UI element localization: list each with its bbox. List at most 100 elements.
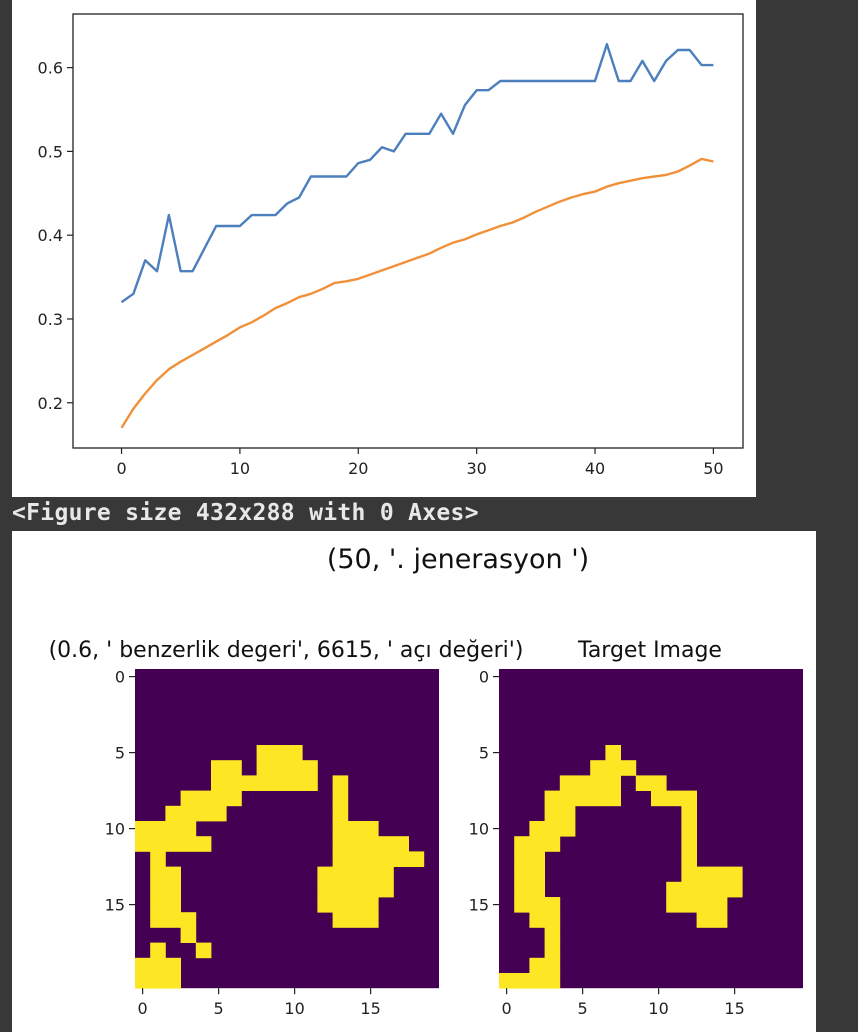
image-pixel [681, 866, 697, 883]
image-pixel [529, 821, 545, 837]
image-pixel [195, 836, 212, 852]
image-pixel [226, 760, 242, 776]
image-pixel [363, 836, 379, 852]
image-pixel [180, 821, 197, 837]
image-pixel [363, 912, 379, 928]
image-pixel [620, 760, 637, 776]
image-pixel [363, 866, 379, 883]
image-pixel [363, 897, 379, 913]
image-pixel [165, 912, 181, 928]
image-pixel [590, 760, 606, 776]
image-pixel [271, 745, 288, 761]
image-pixel [332, 775, 349, 791]
image-figure: (50, '. jenerasyon ') (0.6, ' benzerlik d… [49, 544, 803, 1018]
generated-image-title: (0.6, ' benzerlik degeri', 6615, ' açı d… [49, 638, 524, 663]
image-pixel [165, 821, 181, 837]
image-pixel [363, 851, 379, 867]
image-pixel [559, 775, 576, 791]
target-image: Target Image 0 5 10 15 0 5 10 15 [469, 638, 803, 1018]
image-pixel [135, 973, 151, 989]
image-pixel [499, 973, 515, 989]
y-tick-label: 5 [115, 744, 125, 763]
image-pixel [559, 790, 576, 807]
x-tick-label: 5 [214, 999, 224, 1018]
image-pixel [180, 836, 197, 852]
image-pixel [256, 760, 273, 776]
image-pixel [544, 805, 561, 822]
x-tick-label: 10 [648, 999, 668, 1018]
image-pixel [529, 851, 545, 867]
image-pixel [347, 881, 364, 898]
image-pixel [681, 836, 697, 852]
image-pixel [317, 881, 333, 898]
image-pixel [514, 897, 530, 913]
y-tick-label: 5 [479, 744, 489, 763]
image-pixel [666, 881, 682, 898]
image-pixel [150, 881, 166, 898]
image-pixel [317, 866, 333, 883]
image-pixel [393, 851, 409, 867]
image-pixel [363, 821, 379, 837]
y-tick-label: 15 [469, 896, 489, 915]
image-pixel [302, 775, 318, 791]
image-pixel [378, 836, 394, 852]
image-pixel [256, 775, 273, 791]
y-tick-label: 0 [479, 668, 489, 687]
image-pixel [666, 897, 682, 913]
image-pixel [696, 866, 713, 883]
image-pixel [347, 821, 364, 837]
image-pixel [544, 927, 561, 943]
image-pixel [150, 866, 166, 883]
image-pixel [529, 897, 545, 913]
image-pixel [544, 836, 561, 852]
image-pixel [332, 881, 349, 898]
image-pixel [332, 851, 349, 867]
image-pixel [150, 821, 166, 837]
image-pixel [332, 821, 349, 837]
image-pixel [605, 790, 621, 807]
image-pixel [711, 912, 728, 928]
image-pixel [514, 836, 530, 852]
image-pixel [347, 897, 364, 913]
image-pixel [287, 745, 303, 761]
image-pixel [544, 897, 561, 913]
image-pixel [393, 836, 409, 852]
image-pixel [150, 957, 166, 974]
image-pixel [363, 881, 379, 898]
image-pixel [681, 881, 697, 898]
image-pixel [605, 775, 621, 791]
image-pixel [635, 775, 652, 791]
y-tick-label: 10 [105, 820, 125, 839]
image-pixel [211, 805, 227, 822]
image-pixel [317, 897, 333, 913]
image-pixel [271, 775, 288, 791]
image-pixel [135, 957, 151, 974]
x-tick-label: 0 [502, 999, 512, 1018]
image-pixel [575, 790, 591, 807]
figure-suptitle: (50, '. jenerasyon ') [327, 544, 589, 575]
y-tick-label: 15 [105, 896, 125, 915]
image-pixel [529, 881, 545, 898]
image-pixel [666, 790, 682, 807]
image-pixel [529, 912, 545, 928]
image-pixel [529, 866, 545, 883]
image-pixel [332, 790, 349, 807]
image-pixel [696, 881, 713, 898]
image-pixel [378, 866, 394, 883]
image-pixel [681, 897, 697, 913]
x-tick-label: 15 [724, 999, 744, 1018]
image-pixel [165, 897, 181, 913]
image-pixel [135, 821, 151, 837]
image-pixel [226, 790, 242, 807]
image-pixel [332, 836, 349, 852]
x-tick-label: 10 [284, 999, 304, 1018]
image-pixel [514, 866, 530, 883]
image-pixel [332, 897, 349, 913]
image-pixel [711, 897, 728, 913]
image-pixel [711, 866, 728, 883]
image-pixel [605, 745, 621, 761]
image-pixel [514, 881, 530, 898]
image-pixel [590, 790, 606, 807]
image-pixel [150, 851, 166, 867]
image-pixel [651, 790, 667, 807]
